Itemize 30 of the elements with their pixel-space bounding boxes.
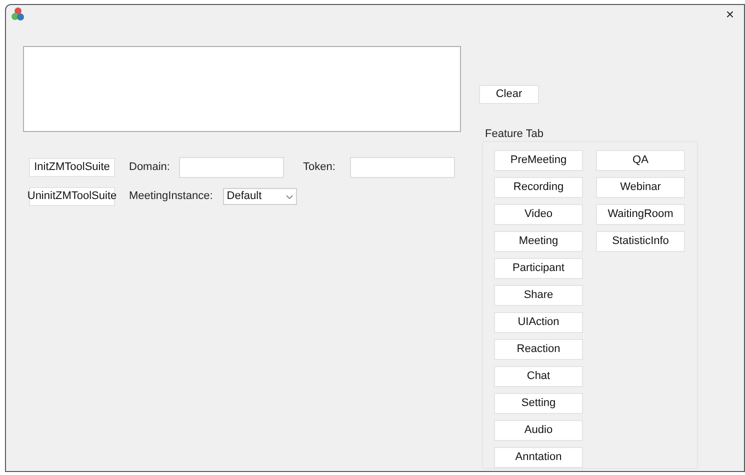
feature-button[interactable]: Setting [494,393,583,414]
feature-button[interactable]: Webinar [596,177,685,198]
feature-button[interactable]: StatisticInfo [596,231,685,252]
feature-button[interactable]: Meeting [494,231,583,252]
init-button[interactable]: InitZMToolSuite [29,158,115,177]
feature-button[interactable]: WaitingRoom [596,204,685,225]
feature-button[interactable]: Chat [494,366,583,387]
clear-button[interactable]: Clear [479,85,539,104]
feature-button[interactable]: Video [494,204,583,225]
feature-button[interactable]: Participant [494,258,583,279]
feature-tab-title: Feature Tab [485,128,545,141]
feature-button[interactable]: Recording [494,177,583,198]
domain-label: Domain: [129,160,170,176]
feature-button[interactable]: Audio [494,420,583,441]
app-icon [11,7,25,21]
meeting-instance-dropdown[interactable]: Default [222,188,297,205]
token-field[interactable] [350,157,456,178]
token-label: Token: [302,160,336,176]
chevron-icon [286,194,293,198]
feature-button[interactable]: PreMeeting [494,150,583,171]
feature-button[interactable]: QA [596,150,685,171]
meeting-instance-label: MeetingInstance: [129,189,213,204]
feature-button[interactable]: Reaction [494,339,583,360]
domain-field[interactable] [178,157,284,178]
feature-button[interactable]: UIAction [494,312,583,333]
close-button[interactable]: × [726,4,734,24]
feature-button[interactable]: Anntation [494,447,583,468]
log-text-area[interactable] [23,46,461,132]
uninit-button[interactable]: UninitZMToolSuite [29,187,115,206]
feature-button[interactable]: Share [494,285,583,306]
